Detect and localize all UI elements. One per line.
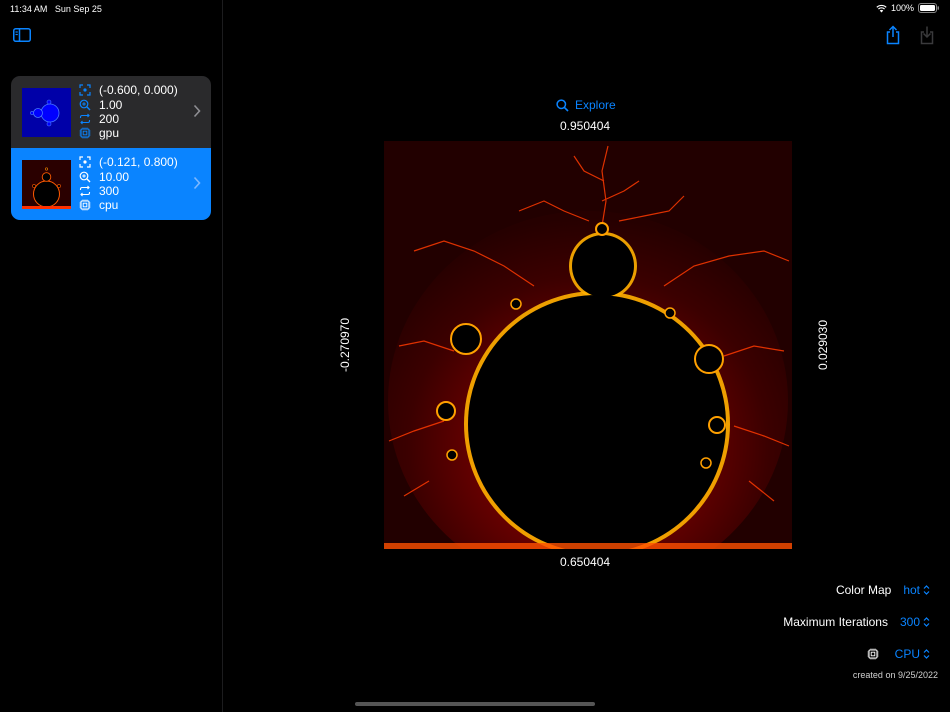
zoom-value: 10.00 [99,169,130,184]
explore-button[interactable]: Explore [556,98,616,112]
magnifying-glass-icon [556,98,569,112]
iterations-value: 300 [99,184,120,198]
item-details: (-0.121, 0.800) 10.00 300 cpu [79,155,178,212]
device-picker[interactable]: CPU [895,647,930,661]
center-value: (-0.600, 0.000) [99,83,178,98]
center-value: (-0.121, 0.800) [99,155,178,170]
sidebar-toggle-icon[interactable] [13,28,31,42]
bottom-bound-label: 0.650404 [560,555,611,569]
home-indicator[interactable] [355,702,595,706]
device-value: gpu [99,126,120,141]
repeat-icon [79,185,91,197]
device-row: CPU [867,647,930,661]
zoom-icon [79,99,91,111]
fractal-thumbnail [22,87,71,137]
color-map-row: Color Map hot [836,583,930,597]
chevron-up-down-icon [923,649,930,659]
download-icon[interactable] [919,25,935,45]
chevron-right-icon [193,104,201,118]
chevron-right-icon [193,176,201,190]
repeat-icon [79,113,91,125]
max-iterations-row: Maximum Iterations 300 [783,615,930,629]
fractal-thumbnail [22,159,71,209]
wifi-icon [876,4,887,12]
color-map-picker[interactable]: hot [903,583,930,597]
fractal-image[interactable] [384,141,792,591]
max-iterations-value: 300 [899,615,920,629]
left-bound-label: -0.270970 [338,317,353,373]
center-icon [79,156,91,169]
chevron-up-down-icon [923,617,930,627]
device-value: cpu [99,198,119,213]
cpu-icon [867,648,879,660]
chevron-up-down-icon [923,585,930,595]
zoom-value: 1.00 [99,97,123,112]
status-right: 100% [876,3,940,13]
explore-label: Explore [575,98,616,112]
device-picker-value: CPU [894,647,920,661]
share-icon[interactable] [885,25,901,45]
right-bound-label: 0.029030 [816,319,831,371]
zoom-icon [79,171,91,183]
battery-icon [918,3,939,13]
list-item[interactable]: (-0.121, 0.800) 10.00 300 cpu [11,148,211,220]
battery-percent: 100% [890,3,914,13]
cpu-icon [79,127,91,139]
top-bound-label: 0.950404 [560,119,611,133]
center-icon [79,84,91,97]
list-item[interactable]: (-0.600, 0.000) 1.00 200 gpu [11,76,211,148]
color-map-value: hot [903,583,920,597]
sidebar: (-0.600, 0.000) 1.00 200 gpu (-0.121, 0.… [0,0,223,712]
color-map-label: Color Map [835,583,892,597]
created-date: created on 9/25/2022 [852,670,938,680]
cpu-icon [79,199,91,211]
item-details: (-0.600, 0.000) 1.00 200 gpu [79,83,178,140]
max-iterations-picker[interactable]: 300 [900,615,930,629]
max-iterations-label: Maximum Iterations [783,615,888,629]
iterations-value: 200 [99,112,120,126]
